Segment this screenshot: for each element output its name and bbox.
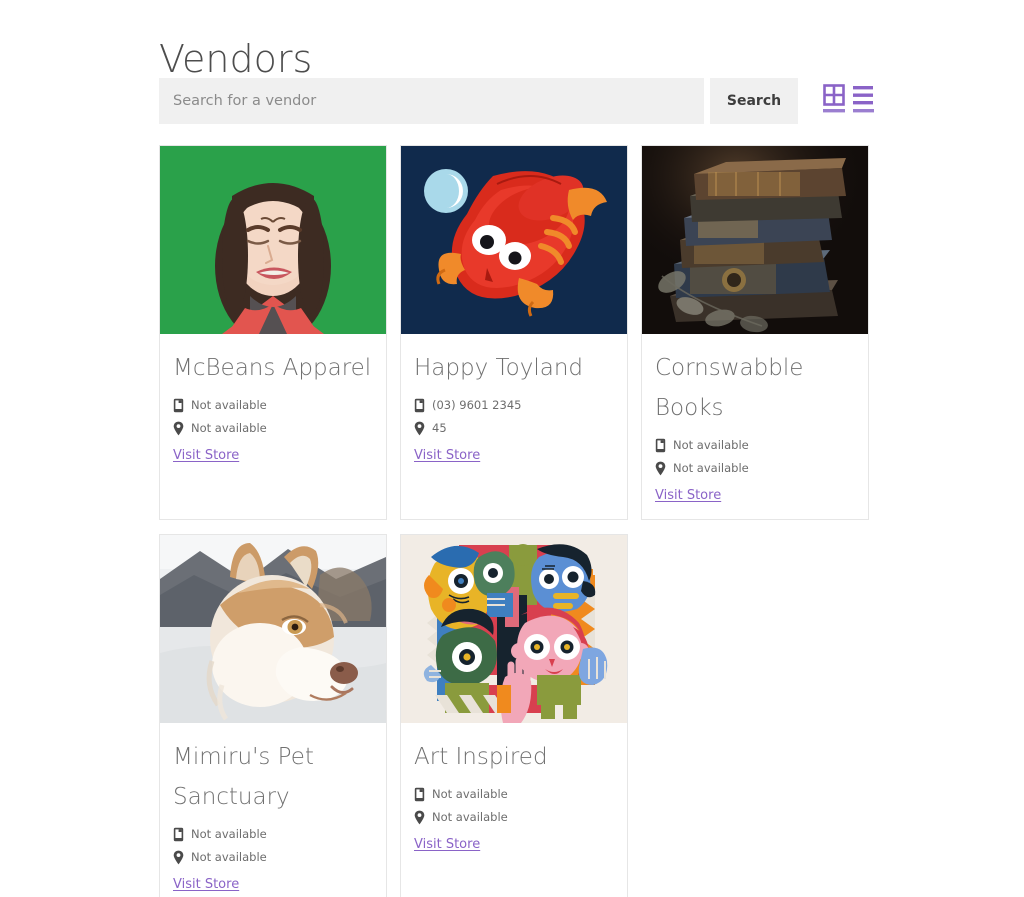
vendor-phone-row: Not available bbox=[173, 827, 373, 842]
search-input[interactable] bbox=[159, 78, 704, 124]
mobile-phone-icon bbox=[173, 398, 184, 413]
visit-store-link[interactable]: Visit Store bbox=[655, 488, 721, 503]
vendor-name: Mimiru's Pet Sanctuary bbox=[173, 737, 373, 817]
visit-store-link[interactable]: Visit Store bbox=[173, 448, 239, 463]
vendor-location-row: Not available bbox=[173, 421, 373, 436]
search-button[interactable]: Search bbox=[710, 78, 798, 124]
clay-lobster-toy-image bbox=[401, 146, 627, 334]
vendor-name: McBeans Apparel bbox=[173, 348, 373, 388]
map-pin-icon bbox=[414, 421, 425, 436]
vendor-location: Not available bbox=[673, 461, 749, 476]
vendor-card[interactable]: McBeans Apparel Not available Not availa… bbox=[159, 145, 387, 520]
vendor-phone-row: Not available bbox=[655, 438, 855, 453]
vendors-page: Vendors Search bbox=[0, 0, 1024, 897]
map-pin-icon bbox=[173, 421, 184, 436]
vendor-grid: McBeans Apparel Not available Not availa… bbox=[159, 145, 870, 897]
vendor-image bbox=[642, 146, 868, 334]
list-view-icon bbox=[852, 84, 876, 114]
grid-view-button[interactable] bbox=[823, 84, 847, 114]
mobile-phone-icon bbox=[655, 438, 666, 453]
vendor-location-row: Not available bbox=[414, 810, 614, 825]
vendor-phone: Not available bbox=[432, 787, 508, 802]
mobile-phone-icon bbox=[173, 827, 184, 842]
vendor-phone: Not available bbox=[673, 438, 749, 453]
vendor-location: Not available bbox=[432, 810, 508, 825]
vendor-location-row: Not available bbox=[655, 461, 855, 476]
mobile-phone-icon bbox=[414, 398, 425, 413]
vendor-location: Not available bbox=[191, 850, 267, 865]
vendor-card-body: McBeans Apparel Not available Not availa… bbox=[160, 334, 386, 479]
visit-store-link[interactable]: Visit Store bbox=[414, 448, 480, 463]
vendor-phone-row: Not available bbox=[173, 398, 373, 413]
vendor-card[interactable]: Mimiru's Pet Sanctuary Not available Not… bbox=[159, 534, 387, 897]
vendor-card[interactable]: Happy Toyland (03) 9601 2345 45 bbox=[400, 145, 628, 520]
vendor-phone: Not available bbox=[191, 827, 267, 842]
vendor-phone: Not available bbox=[191, 398, 267, 413]
vendor-image bbox=[401, 535, 627, 723]
map-pin-icon bbox=[173, 850, 184, 865]
grid-view-icon bbox=[823, 84, 847, 114]
crying-woman-image bbox=[160, 146, 386, 334]
vendor-phone-row: Not available bbox=[414, 787, 614, 802]
vendor-image bbox=[160, 535, 386, 723]
vendor-card[interactable]: Art Inspired Not available Not available bbox=[400, 534, 628, 897]
vendor-phone-row: (03) 9601 2345 bbox=[414, 398, 614, 413]
map-pin-icon bbox=[655, 461, 666, 476]
vendor-location: 45 bbox=[432, 421, 447, 436]
map-pin-icon bbox=[414, 810, 425, 825]
vendor-card-body: Happy Toyland (03) 9601 2345 45 bbox=[401, 334, 627, 479]
visit-store-link[interactable]: Visit Store bbox=[173, 877, 239, 892]
page-title: Vendors bbox=[159, 36, 312, 82]
vendor-card[interactable]: Cornswabble Books Not available Not avai… bbox=[641, 145, 869, 520]
visit-store-link[interactable]: Visit Store bbox=[414, 837, 480, 852]
antique-books-stack-image bbox=[642, 146, 868, 334]
mobile-phone-icon bbox=[414, 787, 425, 802]
vendor-name: Happy Toyland bbox=[414, 348, 614, 388]
view-toggle-group bbox=[823, 84, 876, 114]
vendor-image bbox=[401, 146, 627, 334]
vendor-location-row: 45 bbox=[414, 421, 614, 436]
husky-dog-image bbox=[160, 535, 386, 723]
vendor-name: Cornswabble Books bbox=[655, 348, 855, 428]
abstract-faces-illustration-image bbox=[401, 535, 627, 723]
vendor-search-bar: Search bbox=[159, 78, 869, 124]
vendor-location-row: Not available bbox=[173, 850, 373, 865]
vendor-image bbox=[160, 146, 386, 334]
list-view-button[interactable] bbox=[852, 84, 876, 114]
vendor-location: Not available bbox=[191, 421, 267, 436]
vendor-card-body: Art Inspired Not available Not available bbox=[401, 723, 627, 868]
vendor-name: Art Inspired bbox=[414, 737, 614, 777]
vendor-phone: (03) 9601 2345 bbox=[432, 398, 521, 413]
vendor-card-body: Cornswabble Books Not available Not avai… bbox=[642, 334, 868, 519]
vendor-card-body: Mimiru's Pet Sanctuary Not available Not… bbox=[160, 723, 386, 897]
